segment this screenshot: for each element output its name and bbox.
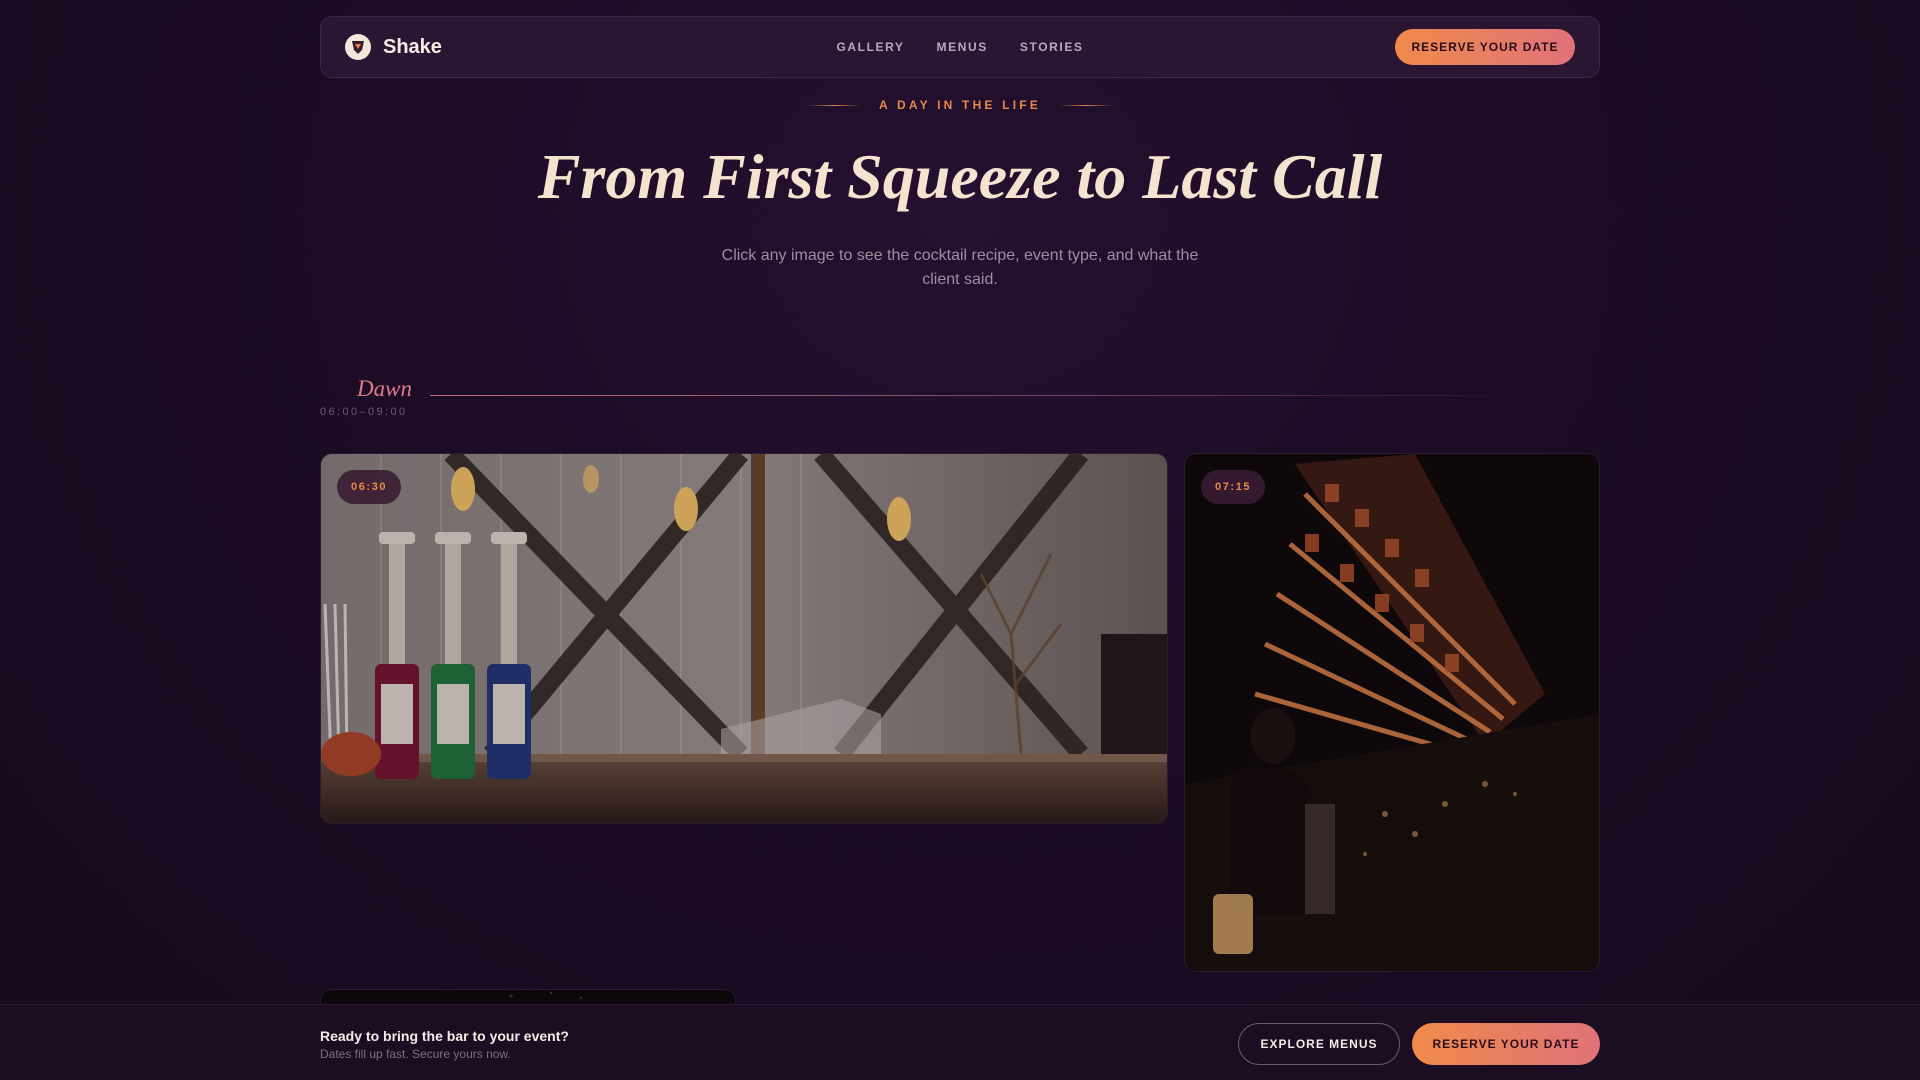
gallery-card-0715[interactable]: 07:15 [1184,453,1600,972]
shaker-shield-icon [345,34,371,60]
section-title: Dawn [357,376,412,401]
section-divider [430,395,1530,396]
reserve-date-button-footer[interactable]: RESERVE YOUR DATE [1412,1023,1600,1065]
bar-counter-syrup-bottles-photo [321,454,1167,823]
nav-link-menus[interactable]: MENUS [937,40,988,54]
hero-eyebrow: A DAY IN THE LIFE [0,98,1920,112]
page-title: From First Squeeze to Last Call [537,141,1383,212]
eyebrow-divider-left [807,104,861,106]
cta-title: Ready to bring the bar to your event? [320,1028,569,1044]
section-header-dawn: Dawn 06:00–09:00 [320,374,1600,424]
nav-link-stories[interactable]: STORIES [1020,40,1084,54]
gallery-card-0630[interactable]: 06:30 [320,453,1168,824]
section-time-range: 06:00–09:00 [320,406,408,418]
hero-subtitle: Click any image to see the cocktail reci… [721,247,1199,288]
explore-menus-button[interactable]: EXPLORE MENUS [1238,1023,1400,1065]
bottom-cta-bar: Ready to bring the bar to your event? Da… [0,1004,1920,1080]
time-badge: 07:15 [1201,470,1266,504]
brand-name: Shake [383,35,442,58]
eyebrow-divider-right [1058,104,1113,106]
top-nav: Shake GALLERY MENUS STORIES RESERVE YOUR… [320,16,1600,78]
bartender-backbar-shelves-photo [1185,454,1599,971]
reserve-date-button-nav[interactable]: RESERVE YOUR DATE [1395,29,1575,65]
brand-logo[interactable]: Shake [345,34,442,60]
time-badge: 06:30 [337,470,402,504]
eyebrow-text: A DAY IN THE LIFE [879,98,1041,112]
nav-link-gallery[interactable]: GALLERY [836,40,904,54]
cta-subtitle: Dates fill up fast. Secure yours now. [320,1047,511,1061]
